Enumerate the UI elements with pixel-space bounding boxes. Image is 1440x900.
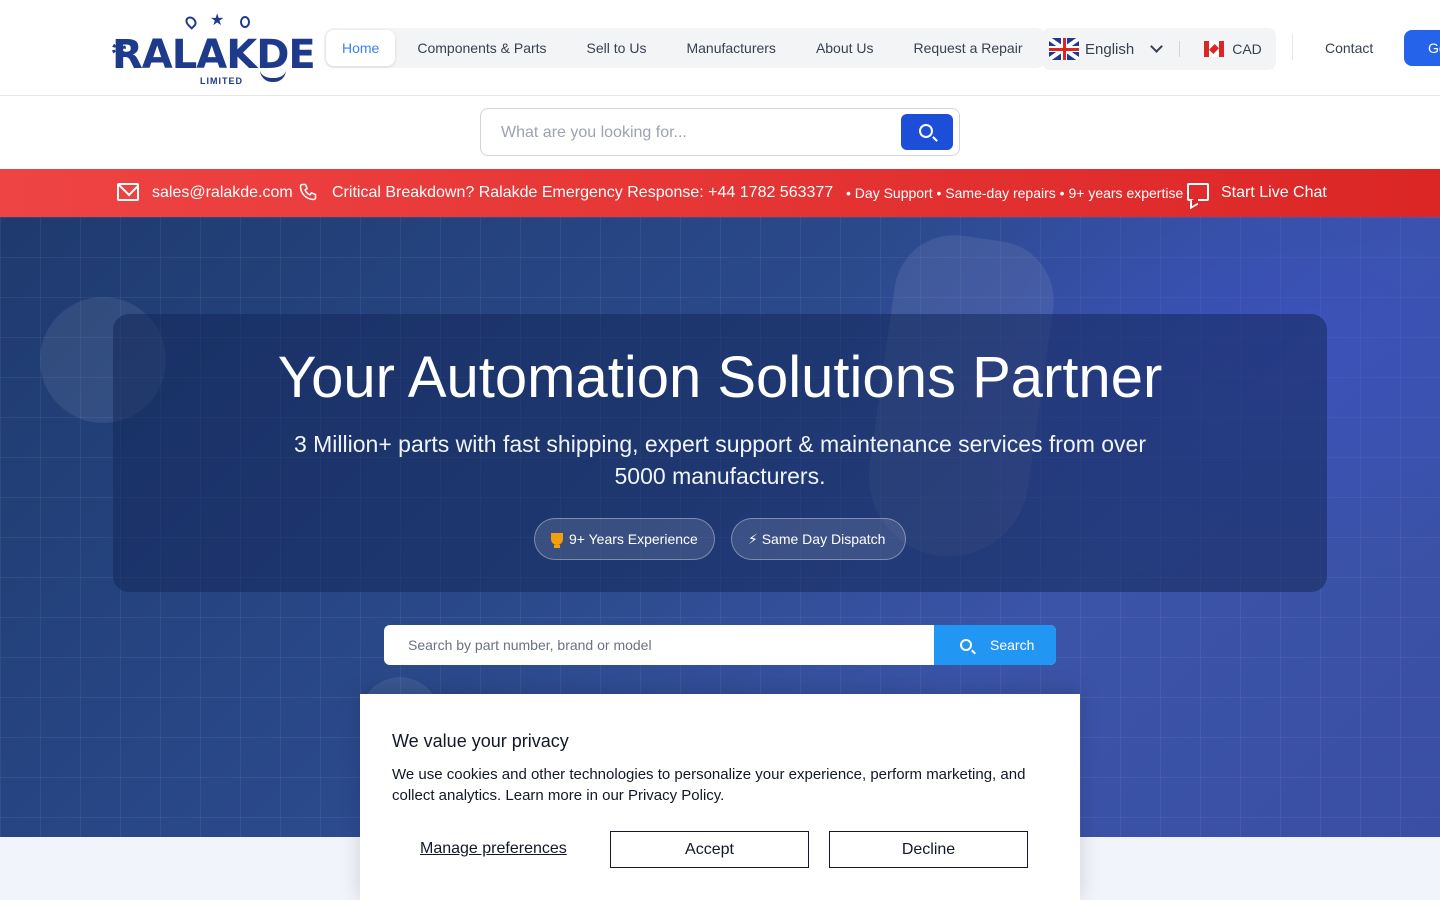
language-select[interactable]: English <box>1085 41 1134 58</box>
cookie-description: We use cookies and other technologies to… <box>392 766 1026 804</box>
handshake-icon <box>260 68 286 82</box>
contact-link[interactable]: Contact <box>1325 40 1373 56</box>
nav-home[interactable]: Home <box>326 30 396 66</box>
search-icon <box>960 639 972 651</box>
nav-request-repair[interactable]: Request a Repair <box>896 30 1041 66</box>
trophy-icon <box>551 533 563 548</box>
experience-badge: 9+ Years Experience <box>534 518 715 560</box>
search-icon <box>919 124 933 138</box>
hero-search-button[interactable]: Search <box>934 625 1056 665</box>
phone-icon <box>299 183 317 201</box>
support-highlights: • Day Support • Same-day repairs • 9+ ye… <box>846 185 1184 201</box>
accept-cookies-button[interactable]: Accept <box>610 831 809 868</box>
chevron-down-icon[interactable] <box>1150 40 1164 53</box>
locale-switcher: English CAD <box>1042 28 1276 70</box>
part-search-input[interactable] <box>408 635 908 655</box>
chat-icon[interactable] <box>1187 183 1209 201</box>
main-nav: Home Components & Parts Sell to Us Manuf… <box>324 28 1047 68</box>
nav-sell-to-us[interactable]: Sell to Us <box>569 30 665 66</box>
hero-search-box: Search <box>384 625 1056 665</box>
sales-email-link[interactable]: sales@ralakde.com <box>152 184 293 202</box>
emergency-alert-bar: sales@ralakde.com Critical Breakdown? Ra… <box>0 169 1440 217</box>
nav-components-parts[interactable]: Components & Parts <box>399 30 564 66</box>
uk-flag-icon <box>1049 38 1079 60</box>
top-search-row <box>0 96 1440 169</box>
badge-label: 9+ Years Experience <box>569 531 698 547</box>
lightbulb-icon <box>240 16 250 28</box>
live-chat-link[interactable]: Start Live Chat <box>1221 184 1327 202</box>
search-button-label: Search <box>990 637 1035 653</box>
ralakde-logo[interactable]: ★ RALAKDE LIMITED <box>112 10 316 88</box>
header-cta-button[interactable]: Get <box>1404 30 1440 66</box>
top-search-box <box>480 108 960 156</box>
hero-panel: Your Automation Solutions Partner 3 Mill… <box>113 314 1327 592</box>
top-search-button[interactable] <box>901 114 953 150</box>
hero-subtitle: 3 Million+ parts with fast shipping, exp… <box>293 431 1147 489</box>
currency-select[interactable]: CAD <box>1232 41 1262 57</box>
badge-label: ⚡ Same Day Dispatch <box>748 530 886 547</box>
locale-divider <box>1179 41 1181 57</box>
mail-icon <box>117 183 139 201</box>
cookie-title: We value your privacy <box>392 731 569 751</box>
location-pin-icon <box>183 14 199 30</box>
cookie-consent-dialog: We value your privacy We use cookies and… <box>360 694 1080 900</box>
decline-cookies-button[interactable]: Decline <box>829 831 1028 868</box>
nav-about-us[interactable]: About Us <box>798 30 892 66</box>
site-header: ★ RALAKDE LIMITED Home Components & Part… <box>0 0 1440 96</box>
top-search-input[interactable] <box>501 121 881 145</box>
nav-manufacturers[interactable]: Manufacturers <box>668 30 793 66</box>
logo-suffix: LIMITED <box>200 76 243 86</box>
star-icon: ★ <box>210 12 225 29</box>
manage-preferences-link[interactable]: Manage preferences <box>420 840 567 858</box>
dispatch-badge: ⚡ Same Day Dispatch <box>731 518 906 560</box>
hero-title: Your Automation Solutions Partner <box>277 345 1163 410</box>
emergency-phone-text[interactable]: Critical Breakdown? Ralakde Emergency Re… <box>332 184 833 202</box>
header-divider <box>1292 34 1293 60</box>
canada-flag-icon <box>1204 41 1225 57</box>
